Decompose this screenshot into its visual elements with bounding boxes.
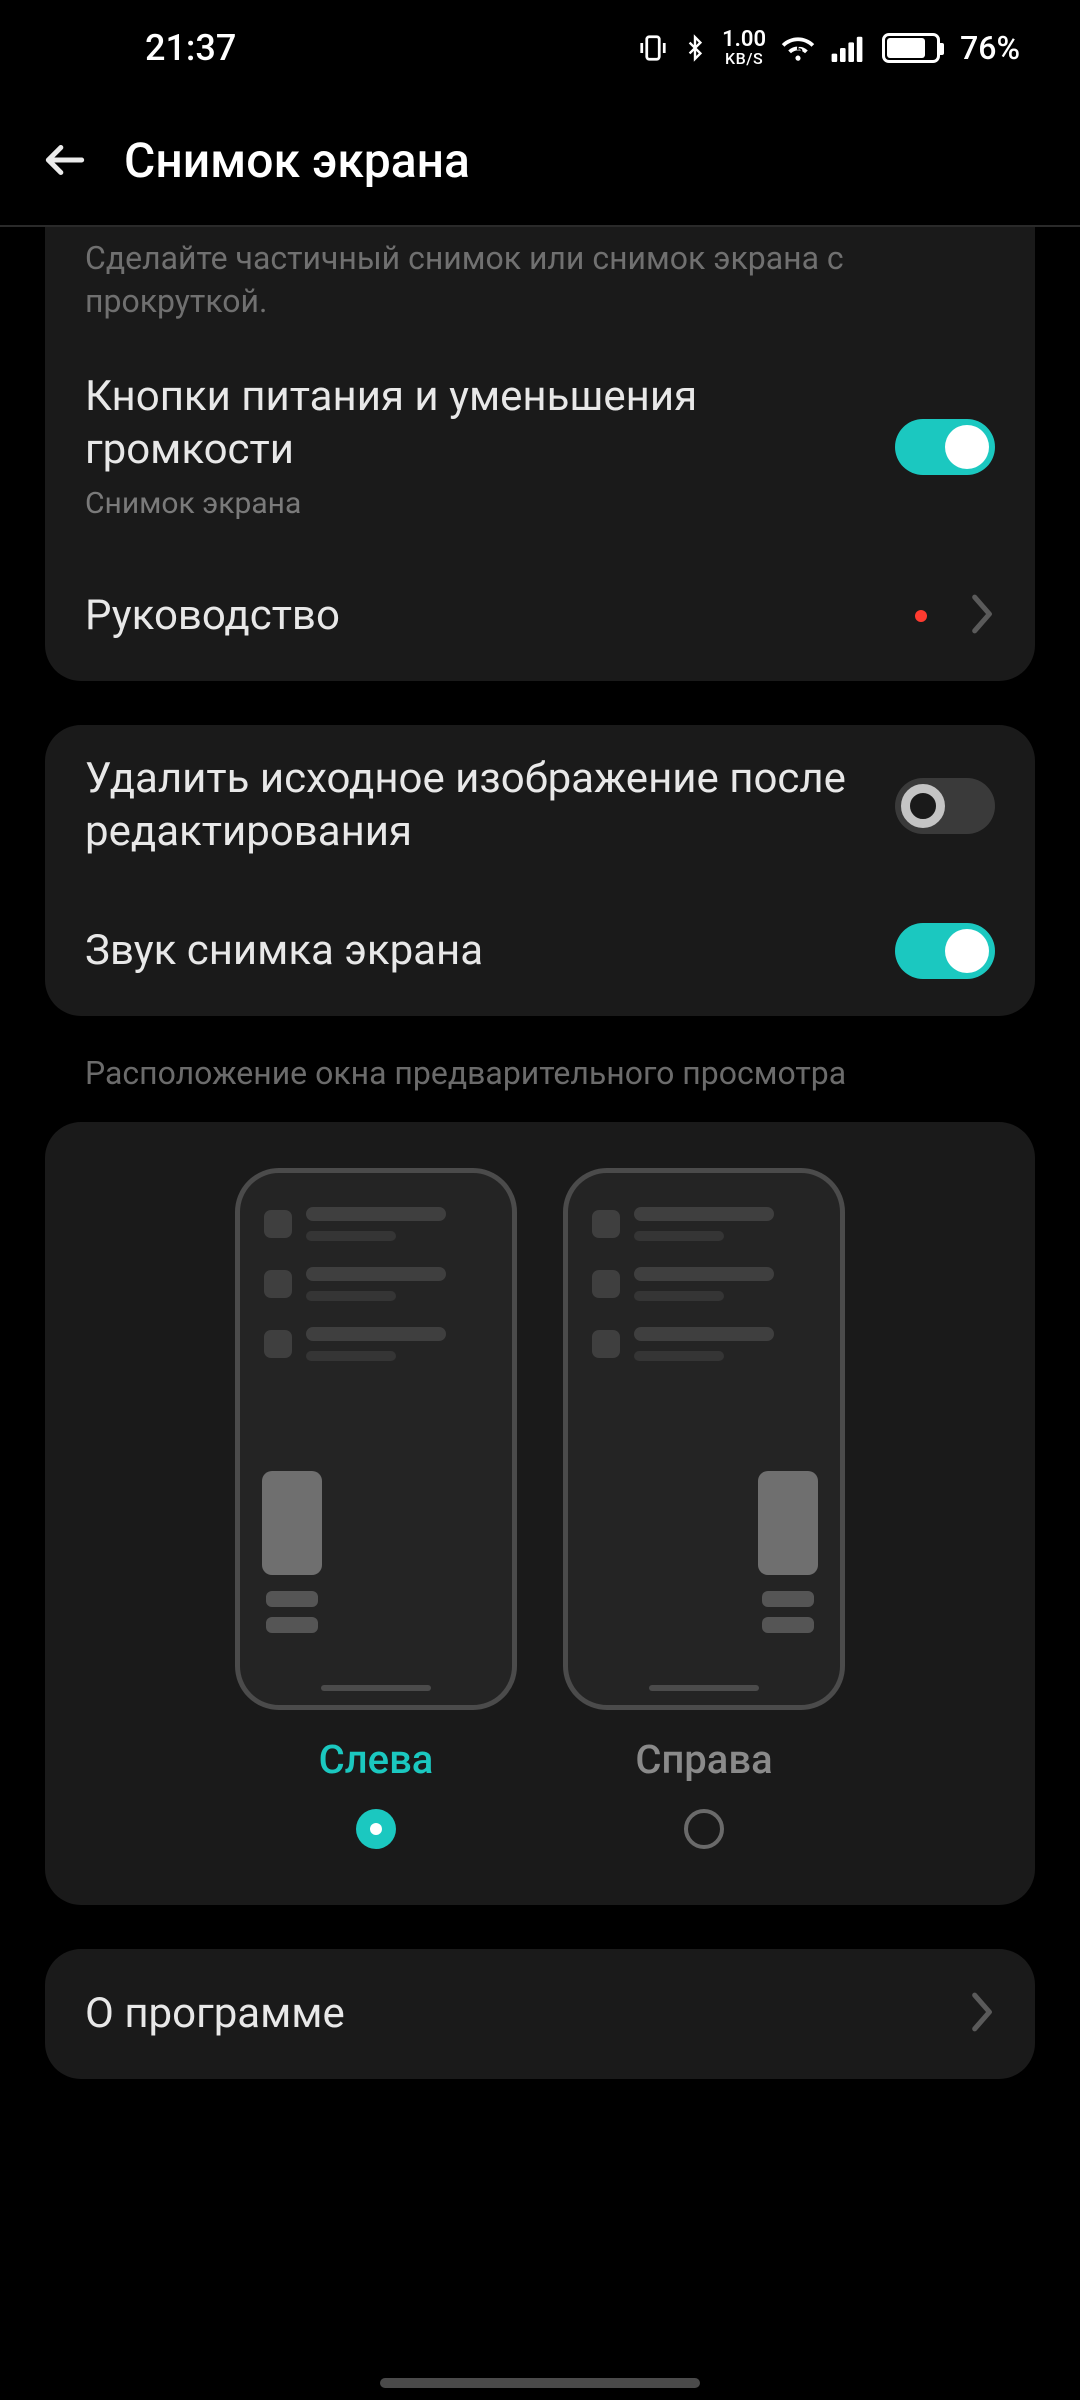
power-volume-title: Кнопки питания и уменьшения громкости [85,371,871,476]
card-options: Удалить исходное изображение после редак… [45,725,1035,1016]
chevron-right-icon [967,1991,995,2037]
delete-original-title: Удалить исходное изображение после редак… [85,753,871,858]
power-volume-sub: Снимок экрана [85,484,871,523]
screenshot-sound-toggle[interactable] [895,923,995,979]
app-header: Снимок экрана [0,95,1080,225]
back-icon[interactable] [40,135,90,185]
preview-right-label: Справа [635,1736,772,1783]
card-preview-position: Слева Справа [45,1122,1035,1905]
preview-left-label: Слева [319,1736,434,1783]
preview-option-right[interactable]: Справа [563,1168,845,1849]
screenshot-sound-title: Звук снимка экрана [85,925,871,978]
battery-percent: 76% [960,29,1020,67]
row-guide[interactable]: Руководство [85,551,995,681]
card-gestures: Сделайте частичный снимок или снимок экр… [45,227,1035,681]
svg-text:5: 5 [796,43,803,57]
page-title: Снимок экрана [124,132,470,189]
preview-option-left[interactable]: Слева [235,1168,517,1849]
preview-right-radio[interactable] [684,1809,724,1849]
home-indicator[interactable] [380,2378,700,2388]
chevron-right-icon [967,593,995,639]
preview-section-label: Расположение окна предварительного просм… [45,1054,1035,1122]
preview-left-radio[interactable] [356,1809,396,1849]
status-icons: 1.00 KB/S 5 76% [638,29,1020,67]
phone-preview-right-icon [563,1168,845,1710]
network-speed: 1.00 KB/S [722,29,766,67]
vibrate-icon [638,33,668,63]
signal-icon [830,34,864,62]
card-about: О программе [45,1949,1035,2079]
wifi-icon: 5 [780,33,816,63]
row-about[interactable]: О программе [85,1949,995,2079]
delete-original-toggle[interactable] [895,778,995,834]
status-bar: 21:37 1.00 KB/S 5 76% [0,0,1080,95]
row-screenshot-sound[interactable]: Звук снимка экрана [85,886,995,1016]
power-volume-toggle[interactable] [895,419,995,475]
about-title: О программе [85,1988,943,2041]
row-power-volume[interactable]: Кнопки питания и уменьшения громкости Сн… [85,343,995,551]
status-time: 21:37 [145,27,236,69]
guide-title: Руководство [85,590,891,643]
notification-dot-icon [915,610,927,622]
bluetooth-icon [682,32,708,64]
phone-preview-left-icon [235,1168,517,1710]
battery-icon [882,33,940,63]
row-delete-original[interactable]: Удалить исходное изображение после редак… [85,725,995,886]
partial-screenshot-desc: Сделайте частичный снимок или снимок экр… [85,227,995,343]
